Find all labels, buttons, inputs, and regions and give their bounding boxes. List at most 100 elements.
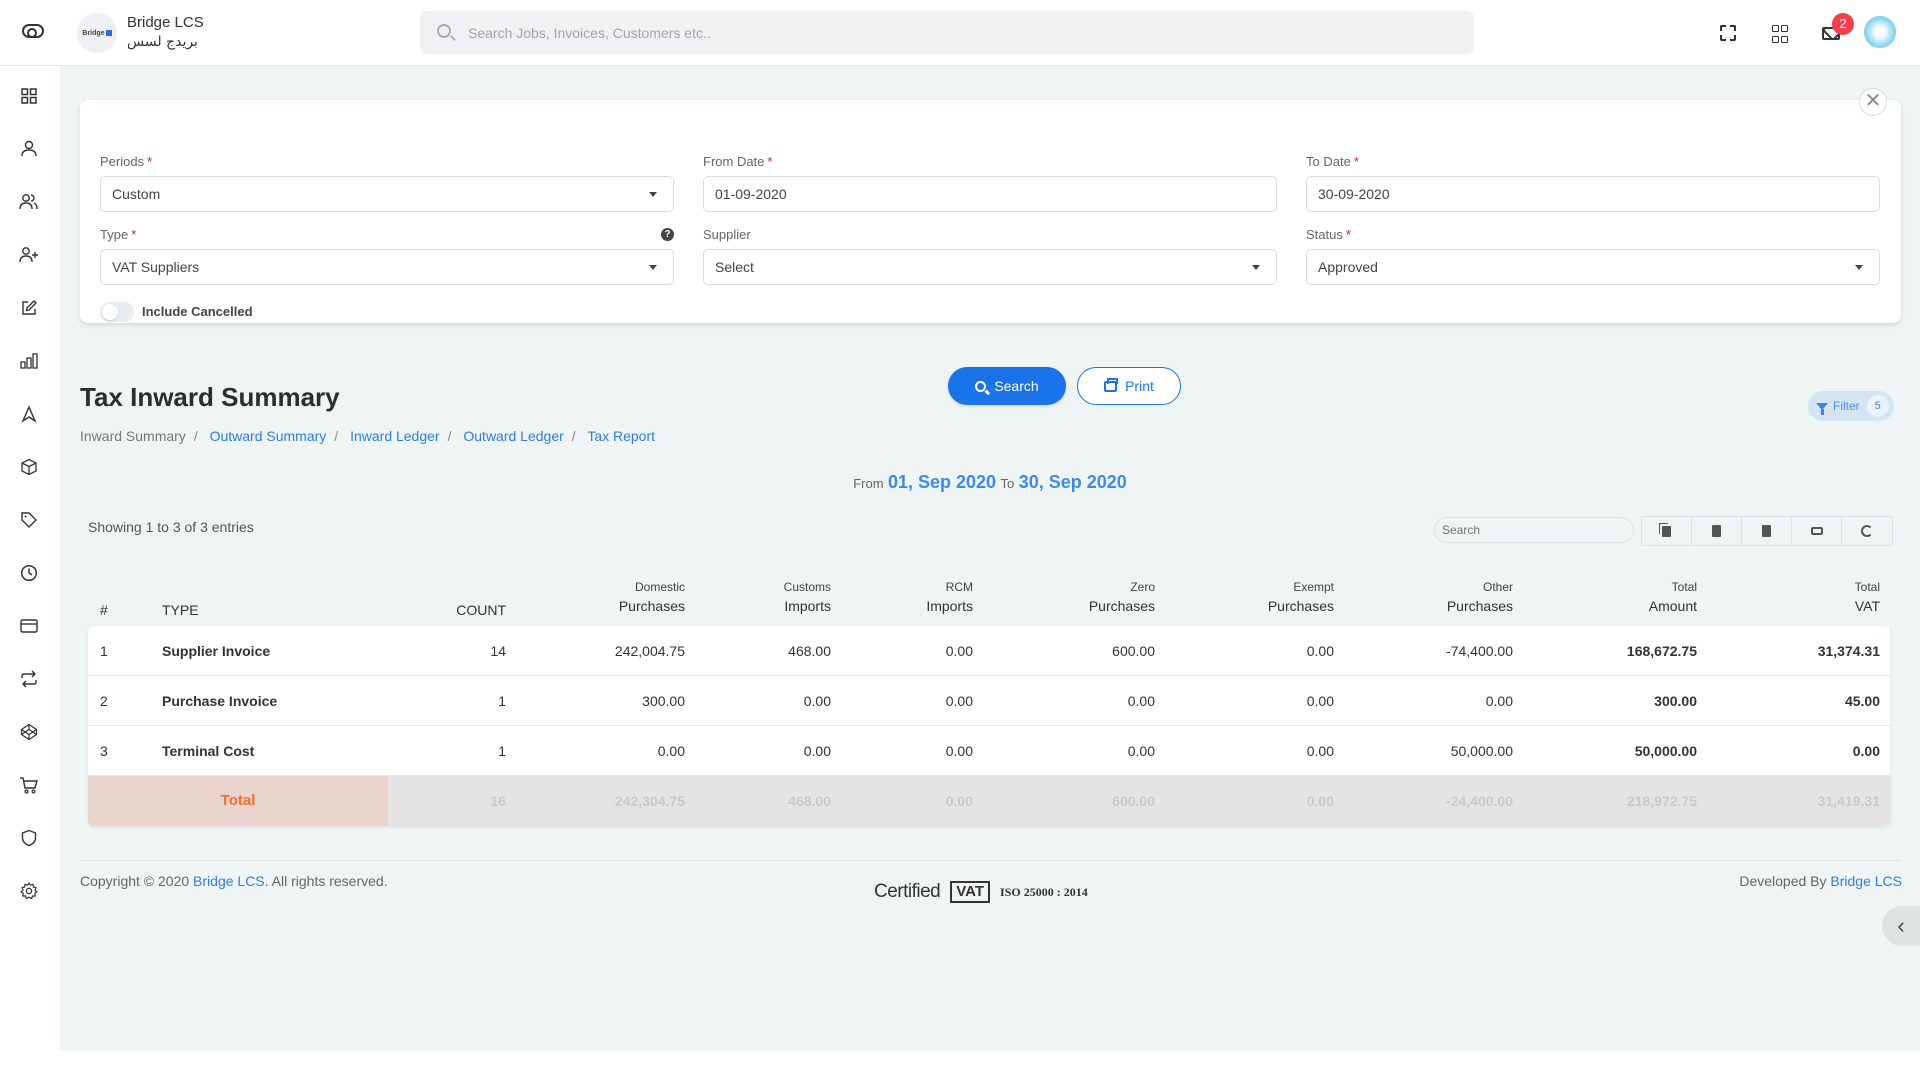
user-icon (21, 140, 37, 157)
main-content: ✕ Periods * Custom From Date * 01-09-2020 … (60, 66, 1920, 1051)
copy-button[interactable] (1642, 517, 1692, 545)
sidebar-item-packages[interactable] (19, 457, 39, 477)
grid-icon (21, 88, 37, 104)
mail-badge: 2 (1832, 13, 1854, 35)
close-filter-button[interactable]: ✕ (1859, 88, 1887, 116)
edit-icon (22, 300, 37, 315)
copy-icon (1662, 525, 1671, 537)
clock-icon (20, 564, 38, 582)
navigation-icon (21, 405, 37, 423)
periods-select[interactable]: Custom (100, 176, 674, 212)
range-from-date: 01, Sep 2020 (887, 472, 997, 492)
developer-link[interactable]: Bridge LCS (1830, 873, 1902, 889)
col-other-purchases[interactable]: Other Purchases (1447, 580, 1513, 614)
user-avatar[interactable] (1864, 16, 1896, 48)
sidebar-toggle-icon[interactable] (22, 24, 44, 38)
filter-count-badge: 5 (1866, 395, 1889, 417)
table-row[interactable]: 1 Supplier Invoice 14 242,004.75 468.00 … (88, 626, 1890, 676)
table-row[interactable]: 2 Purchase Invoice 1 300.00 0.00 0.00 0.… (88, 676, 1890, 726)
col-total-amount[interactable]: Total Amount (1649, 580, 1697, 614)
top-header: Bridge Bridge LCS بريدج لسس 2 (0, 0, 1920, 66)
excel-file-icon (1762, 525, 1771, 537)
copyright-link[interactable]: Bridge LCS (193, 873, 265, 889)
chevron-down-icon (649, 192, 657, 197)
credit-card-icon (20, 619, 38, 633)
col-rcm-imports[interactable]: RCM Imports (926, 580, 973, 614)
breadcrumb: Inward Summary / Outward Summary / Inward … (80, 428, 656, 444)
csv-button[interactable] (1692, 517, 1742, 545)
shield-icon (21, 829, 37, 847)
breadcrumb-inward-ledger[interactable]: Inward Ledger (350, 428, 440, 444)
print-button[interactable]: Print (1077, 367, 1181, 405)
col-type[interactable]: TYPE (162, 602, 199, 618)
supplier-select[interactable]: Select (703, 249, 1277, 285)
entries-info: Showing 1 to 3 of 3 entries (88, 519, 254, 535)
apps-grid-icon[interactable] (1772, 25, 1792, 45)
periods-label: Periods (100, 154, 145, 169)
table-print-button[interactable] (1792, 517, 1842, 545)
col-domestic-purchases[interactable]: Domestic Purchases (619, 580, 685, 614)
sidebar-item-purchases[interactable] (19, 775, 39, 795)
sidebar-item-history[interactable] (19, 563, 39, 583)
repeat-icon (21, 670, 37, 688)
sidebar-item-users[interactable] (19, 192, 39, 212)
status-field: Status * Approved (1306, 227, 1880, 285)
brand-name-arabic: بريدج لسس (127, 34, 198, 50)
page-title: Tax Inward Summary (80, 382, 340, 412)
fullscreen-icon[interactable] (1720, 25, 1736, 41)
sidebar-item-integrations[interactable] (19, 722, 39, 742)
col-index[interactable]: # (100, 602, 108, 618)
chevron-down-icon (649, 265, 657, 270)
sidebar-item-user[interactable] (19, 139, 39, 159)
table-row[interactable]: 3 Terminal Cost 1 0.00 0.00 0.00 0.00 0.… (88, 726, 1890, 776)
sidebar-item-navigation[interactable] (19, 404, 39, 424)
breadcrumb-tax-report[interactable]: Tax Report (587, 428, 655, 444)
supplier-label: Supplier (703, 227, 751, 242)
sidebar-item-tags[interactable] (19, 510, 39, 530)
col-total-vat[interactable]: Total VAT (1855, 580, 1880, 614)
from-date-field: From Date * 01-09-2020 (703, 154, 1277, 212)
search-button[interactable]: Search (948, 367, 1066, 405)
help-icon[interactable]: ? (661, 228, 674, 241)
search-icon (975, 380, 987, 392)
type-field: Type * ? VAT Suppliers (100, 227, 674, 285)
chevron-down-icon (1855, 265, 1863, 270)
breadcrumb-outward-summary[interactable]: Outward Summary (210, 428, 327, 444)
table-search-input[interactable] (1434, 517, 1634, 543)
sidebar-item-settings[interactable] (19, 881, 39, 901)
box-icon (21, 458, 37, 476)
type-select[interactable]: VAT Suppliers (100, 249, 674, 285)
total-label: Total (88, 776, 388, 826)
logo-text: Bridge (82, 29, 105, 37)
certified-logo: Certified (874, 881, 941, 902)
refresh-icon (1861, 525, 1873, 537)
refresh-button[interactable] (1842, 517, 1892, 545)
col-count[interactable]: COUNT (456, 602, 506, 618)
sidebar-item-add-user[interactable] (19, 245, 39, 265)
col-exempt-purchases[interactable]: Exempt Purchases (1268, 580, 1334, 614)
sidebar-item-dashboard[interactable] (19, 86, 39, 106)
breadcrumb-outward-ledger[interactable]: Outward Ledger (463, 428, 563, 444)
users-icon (19, 194, 38, 210)
include-cancelled-label: Include Cancelled (142, 304, 253, 319)
col-customs-imports[interactable]: Customs Imports (784, 580, 831, 614)
collapse-panel-button[interactable]: ‹ (1882, 906, 1920, 946)
col-zero-purchases[interactable]: Zero Purchases (1089, 580, 1155, 614)
global-search-input[interactable] (468, 11, 1458, 54)
include-cancelled-toggle[interactable] (100, 302, 134, 322)
sidebar-item-transfers[interactable] (19, 669, 39, 689)
sidebar (0, 66, 60, 1080)
from-date-input[interactable]: 01-09-2020 (703, 176, 1277, 212)
company-logo: Bridge (77, 13, 117, 53)
excel-button[interactable] (1742, 517, 1792, 545)
type-label: Type (100, 227, 129, 242)
sidebar-item-reports[interactable] (19, 351, 39, 371)
filter-pill-button[interactable]: Filter 5 (1808, 391, 1894, 421)
sidebar-item-security[interactable] (19, 828, 39, 848)
global-search (420, 11, 1474, 54)
status-select[interactable]: Approved (1306, 249, 1880, 285)
sidebar-item-edit[interactable] (19, 298, 39, 318)
filter-card: ✕ Periods * Custom From Date * 01-09-2020 … (80, 88, 1901, 323)
to-date-input[interactable]: 30-09-2020 (1306, 176, 1880, 212)
sidebar-item-payments[interactable] (19, 616, 39, 636)
